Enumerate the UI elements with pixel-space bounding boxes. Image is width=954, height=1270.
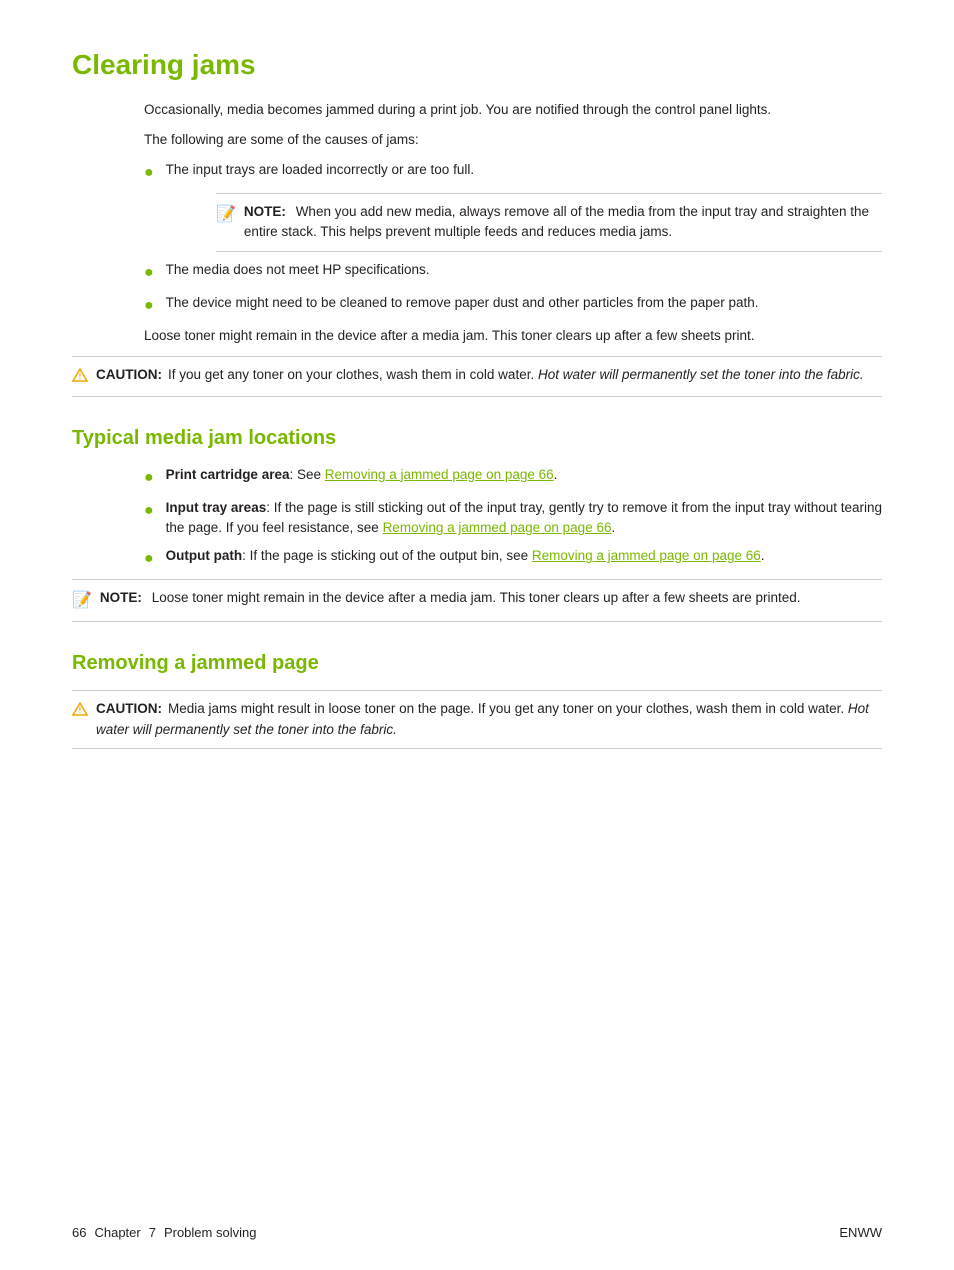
section2-link-1[interactable]: Removing a jammed page on page 66: [325, 467, 554, 482]
bullet-text-2: The media does not meet HP specification…: [166, 260, 882, 280]
note-text-2: Loose toner might remain in the device a…: [152, 590, 801, 605]
section2-term-3: Output path: [166, 548, 242, 563]
caution-box-2: ! CAUTION: Media jams might result in loo…: [72, 690, 882, 749]
section2-link-3[interactable]: Removing a jammed page on page 66: [532, 548, 761, 563]
bullet-dot-3: ●: [144, 294, 154, 318]
section2-text-after-link-3: .: [761, 548, 765, 563]
bullet-item-2: ● The media does not meet HP specificati…: [144, 260, 882, 285]
caution-label-2: CAUTION:: [96, 701, 162, 716]
note-icon-2: 📝: [72, 589, 92, 613]
caution-content-1: CAUTION: If you get any toner on your clo…: [96, 365, 864, 385]
section3-title: Removing a jammed page: [72, 650, 882, 676]
caution-italic-1: Hot water will permanently set the toner…: [538, 367, 864, 382]
note-content-2: NOTE: Loose toner might remain in the de…: [100, 588, 801, 608]
footer-chapter-number: 7: [149, 1225, 156, 1240]
caution-text-2: Media jams might result in loose toner o…: [168, 701, 844, 716]
caution-triangle-icon-1: !: [72, 367, 88, 388]
section2-bullet-list: ● Print cartridge area: See Removing a j…: [144, 465, 882, 572]
section2-text-before-link-1: : See: [289, 467, 324, 482]
section2-bullet-dot-3: ●: [144, 547, 154, 571]
note-box-2: 📝 NOTE: Loose toner might remain in the …: [72, 579, 882, 622]
section2-bullet-text-2: Input tray areas: If the page is still s…: [166, 498, 882, 539]
section2-bullet-text-1: Print cartridge area: See Removing a jam…: [166, 465, 882, 485]
bullet-dot-1: ●: [144, 161, 154, 185]
svg-text:!: !: [79, 372, 82, 381]
section2-term-1: Print cartridge area: [166, 467, 290, 482]
caution-label-1: CAUTION:: [96, 367, 162, 382]
caution-content-2: CAUTION: Media jams might result in loose…: [96, 699, 882, 740]
note-label-2: NOTE:: [100, 590, 142, 605]
loose-toner-text: Loose toner might remain in the device a…: [144, 326, 882, 346]
page-container: Clearing jams Occasionally, media become…: [0, 0, 954, 1270]
intro-paragraph-2: The following are some of the causes of …: [144, 130, 882, 150]
section2-text-after-link-2: .: [611, 520, 615, 535]
footer-chapter-label: Chapter: [94, 1225, 140, 1240]
section2-link-2[interactable]: Removing a jammed page on page 66: [383, 520, 612, 535]
chapter-title: Clearing jams: [72, 48, 882, 82]
bullet-item-1: ● The input trays are loaded incorrectly…: [144, 160, 882, 185]
section2-bullet-item-3: ● Output path: If the page is sticking o…: [144, 546, 882, 571]
section2-bullet-dot-2: ●: [144, 499, 154, 523]
footer-chapter-title: Problem solving: [164, 1225, 257, 1240]
section2-text-before-link-3: : If the page is sticking out of the out…: [242, 548, 532, 563]
note-icon-1: 📝: [216, 203, 236, 227]
caution-text-1: If you get any toner on your clothes, wa…: [168, 367, 534, 382]
section2-title: Typical media jam locations: [72, 425, 882, 451]
footer-left: 66 Chapter 7 Problem solving: [72, 1225, 256, 1240]
caution-triangle-icon-2: !: [72, 701, 88, 722]
footer-enww: ENWW: [839, 1225, 882, 1240]
note-text-1: When you add new media, always remove al…: [244, 204, 869, 239]
section2-bullet-item-2: ● Input tray areas: If the page is still…: [144, 498, 882, 539]
section2-bullet-dot-1: ●: [144, 466, 154, 490]
caution-box-1: ! CAUTION: If you get any toner on your c…: [72, 356, 882, 397]
footer-right: ENWW: [839, 1225, 882, 1240]
note-content-1: NOTE: When you add new media, always rem…: [244, 202, 882, 243]
bullet-dot-2: ●: [144, 261, 154, 285]
section2-text-after-link-1: .: [554, 467, 558, 482]
bullet-item-3: ● The device might need to be cleaned to…: [144, 293, 882, 318]
page-footer: 66 Chapter 7 Problem solving ENWW: [0, 1225, 954, 1240]
svg-text:!: !: [79, 706, 82, 715]
causes-list: ● The input trays are loaded incorrectly…: [144, 160, 882, 318]
note-label-1: NOTE:: [244, 204, 286, 219]
note-box-1: 📝 NOTE: When you add new media, always r…: [216, 193, 882, 252]
bullet-text-1: The input trays are loaded incorrectly o…: [166, 160, 882, 180]
bullet-text-3: The device might need to be cleaned to r…: [166, 293, 882, 313]
footer-page-number: 66: [72, 1225, 86, 1240]
section2-bullet-item-1: ● Print cartridge area: See Removing a j…: [144, 465, 882, 490]
intro-paragraph-1: Occasionally, media becomes jammed durin…: [144, 100, 882, 120]
section2-term-2: Input tray areas: [166, 500, 267, 515]
section2-bullet-text-3: Output path: If the page is sticking out…: [166, 546, 882, 566]
